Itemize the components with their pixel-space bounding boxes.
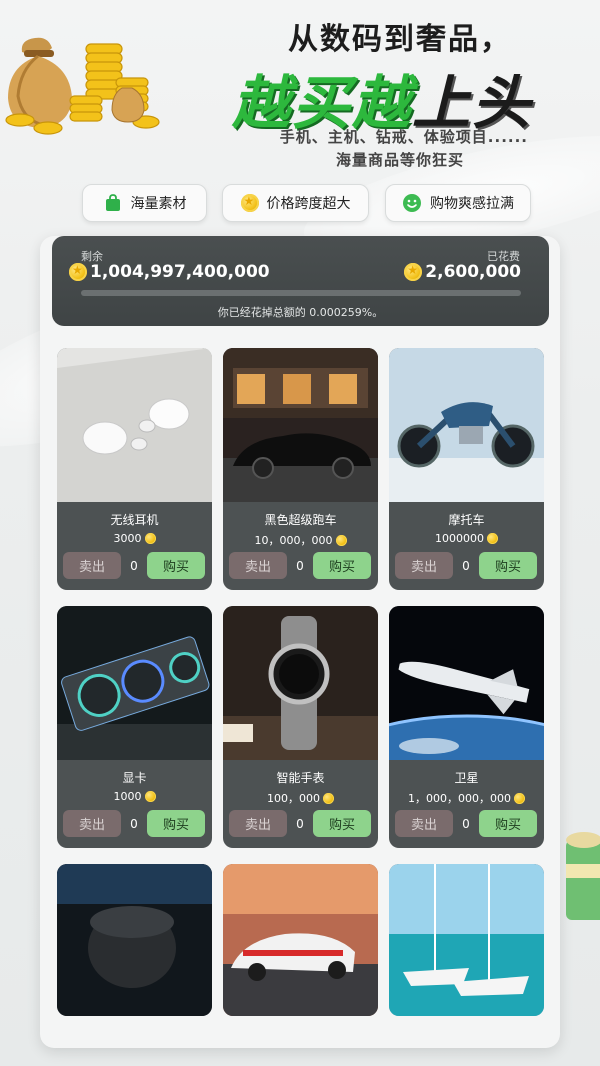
sell-button[interactable]: 卖出 [63, 810, 121, 837]
money-bag-coins-illustration [5, 37, 160, 135]
gold-coin-icon [335, 534, 347, 546]
smile-icon [403, 194, 421, 212]
product-name: 卫星 [454, 771, 479, 785]
product-card [57, 864, 212, 1016]
product-price-value: 100，000 [267, 792, 320, 805]
sell-button[interactable]: 卖出 [229, 810, 287, 837]
sailing-yacht-image [389, 864, 544, 1016]
smart-watch-image [223, 606, 378, 760]
sell-button[interactable]: 卖出 [63, 552, 121, 579]
product-price: 1，000，000，000 [389, 790, 544, 806]
product-name: 智能手表 [276, 771, 325, 785]
product-price-value: 1000 [113, 790, 142, 803]
buy-button[interactable]: 购买 [479, 552, 537, 579]
buy-button[interactable]: 购买 [313, 810, 371, 837]
shop-panel: 剩余 1,004,997,400,000 已花费 2,600,000 你已经花掉… [40, 236, 560, 1048]
feature-pills: 海量素材 价格跨度超大 购物爽感拉满 [0, 184, 600, 224]
product-name: 显卡 [122, 771, 147, 785]
product-price-value: 3000 [113, 532, 142, 545]
product-name: 黑色超级跑车 [264, 513, 337, 527]
money-stack-illustration [566, 832, 600, 920]
owned-count: 0 [296, 817, 304, 831]
product-name: 摩托车 [448, 513, 485, 527]
smart-speaker-image [57, 864, 212, 1016]
owned-count: 0 [462, 817, 470, 831]
product-price: 1000 [57, 790, 212, 803]
gold-coin-icon [69, 263, 87, 281]
spacecraft-image [389, 606, 544, 760]
remaining-value: 1,004,997,400,000 [90, 262, 270, 282]
gold-coin-icon [144, 533, 156, 544]
gold-coin-icon [240, 194, 259, 212]
spent-amount: 2,600,000 [404, 262, 521, 282]
hero-title: 从数码到奢品， [288, 22, 512, 57]
buy-button[interactable]: 购买 [479, 810, 537, 837]
owned-count: 0 [130, 817, 138, 831]
earbuds-image [57, 348, 212, 502]
product-price-value: 1000000 [435, 532, 484, 545]
product-card [389, 864, 544, 1016]
buy-button[interactable]: 购买 [147, 810, 205, 837]
product-price: 100，000 [223, 790, 378, 806]
sell-button[interactable]: 卖出 [395, 810, 453, 837]
product-price: 3000 [57, 532, 212, 545]
spent-value: 2,600,000 [425, 262, 521, 282]
feature-pill-price-range: 价格跨度超大 [222, 184, 369, 222]
buy-button[interactable]: 购买 [147, 552, 205, 579]
product-name: 无线耳机 [110, 513, 159, 527]
product-card: 显卡 1000 卖出 0 购买 [57, 606, 212, 848]
feature-pill-label: 海量素材 [130, 196, 187, 212]
sell-button[interactable]: 卖出 [229, 552, 287, 579]
product-card: 智能手表 100，000 卖出 0 购买 [223, 606, 378, 848]
spent-progress-bar [81, 290, 521, 296]
graphics-card-image [57, 606, 212, 760]
owned-count: 0 [462, 559, 470, 573]
hero-subtitle-1: 手机、主机、钻戒、体验项目...... [279, 128, 528, 146]
product-card: 摩托车 1000000 卖出 0 购买 [389, 348, 544, 590]
gold-coin-icon [404, 263, 423, 281]
gold-coin-icon [487, 533, 498, 544]
sell-button[interactable]: 卖出 [395, 552, 453, 579]
shopping-bag-icon [105, 194, 120, 211]
gold-coin-icon [144, 791, 156, 802]
owned-count: 0 [130, 559, 138, 573]
race-car-image [223, 864, 378, 1016]
feature-pill-label: 价格跨度超大 [266, 196, 351, 212]
product-card: 卫星 1，000，000，000 卖出 0 购买 [389, 606, 544, 848]
hero-subtitle-2: 海量商品等你狂买 [335, 151, 464, 169]
owned-count: 0 [296, 559, 304, 573]
gold-coin-icon [323, 792, 334, 804]
buy-button[interactable]: 购买 [313, 552, 371, 579]
product-price: 10，000，000 [223, 532, 378, 548]
hero-banner: 从数码到奢品， 越买越上头 手机、主机、钻戒、体验项目...... 海量商品等你… [0, 0, 600, 180]
product-card [223, 864, 378, 1016]
feature-pill-materials: 海量素材 [82, 184, 207, 222]
product-card: 黑色超级跑车 10，000，000 卖出 0 购买 [223, 348, 378, 590]
feature-pill-satisfaction: 购物爽感拉满 [385, 184, 531, 222]
product-card: 无线耳机 3000 卖出 0 购买 [57, 348, 212, 590]
spent-percent-text: 你已经花掉总额的 0.000259%。 [217, 306, 384, 319]
product-price-value: 10，000，000 [254, 534, 333, 547]
balance-stats: 剩余 1,004,997,400,000 已花费 2,600,000 你已经花掉… [52, 236, 549, 326]
motorcycle-image [389, 348, 544, 502]
black-sports-car-image [223, 348, 378, 502]
remaining-amount: 1,004,997,400,000 [69, 262, 270, 282]
product-price: 1000000 [389, 532, 544, 545]
feature-pill-label: 购物爽感拉满 [430, 196, 514, 212]
product-price-value: 1，000，000，000 [408, 792, 511, 805]
gold-coin-icon [514, 792, 525, 804]
